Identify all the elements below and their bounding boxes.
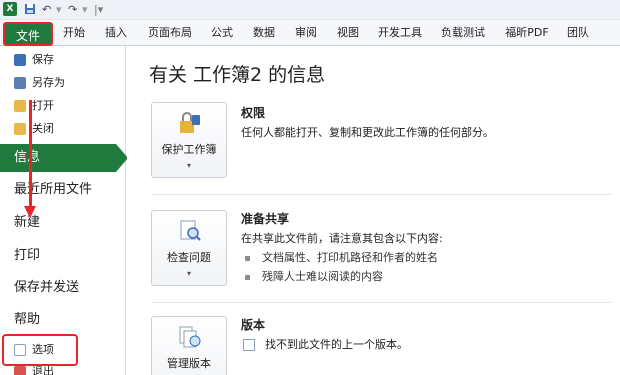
undo-icon[interactable]: ↶ bbox=[42, 3, 51, 17]
inspect-icon bbox=[178, 219, 202, 243]
versions-description: 找不到此文件的上一个版本。 bbox=[265, 338, 408, 351]
nav-item-info[interactable]: 信息 bbox=[0, 144, 128, 172]
nav-item-new[interactable]: 新建 bbox=[0, 209, 126, 237]
quick-access-toolbar: X ↶ ▾ ↷ ▾ |▾ bbox=[0, 0, 620, 20]
check-issues-button[interactable]: 检查问题 ▾ bbox=[151, 210, 227, 286]
list-item: 文档属性、打印机路径和作者的姓名 bbox=[245, 249, 438, 265]
nav-item-save-label: 保存 bbox=[32, 53, 54, 66]
options-highlight-box bbox=[2, 334, 78, 366]
save-icon bbox=[14, 54, 26, 66]
nav-item-recent[interactable]: 最近所用文件 bbox=[0, 176, 126, 204]
permissions-description: 任何人都能打开、复制和更改此工作簿的任何部分。 bbox=[241, 126, 494, 139]
undo-dropdown-icon[interactable]: ▾ bbox=[56, 3, 62, 17]
open-folder-icon bbox=[14, 100, 26, 112]
close-folder-icon bbox=[14, 123, 26, 135]
nav-item-print[interactable]: 打印 bbox=[0, 242, 126, 270]
tab-formulas[interactable]: 公式 bbox=[206, 20, 238, 46]
section-divider bbox=[151, 302, 611, 303]
nav-item-save-as[interactable]: 另存为 bbox=[14, 73, 65, 93]
info-panel: 有关 工作簿2 的信息 保护工作簿 ▾ 权限 任何人都能打开、复制和更改此工作簿… bbox=[127, 46, 620, 375]
manage-versions-label: 管理版本 bbox=[167, 357, 211, 370]
tab-developer[interactable]: 开发工具 bbox=[374, 20, 426, 46]
tab-home[interactable]: 开始 bbox=[58, 20, 90, 46]
section-divider bbox=[151, 194, 611, 195]
versions-description-row: 找不到此文件的上一个版本。 bbox=[243, 336, 408, 352]
list-item: 残障人士难以阅读的内容 bbox=[245, 268, 383, 284]
permissions-title: 权限 bbox=[241, 106, 266, 120]
ribbon-tab-bar: 文件 开始 插入 页面布局 公式 数据 审阅 视图 开发工具 负载测试 福昕PD… bbox=[0, 20, 620, 46]
customize-toolbar-icon[interactable]: |▾ bbox=[94, 3, 103, 17]
versions-icon bbox=[178, 325, 202, 349]
tab-load-test[interactable]: 负载测试 bbox=[436, 20, 490, 46]
backstage-nav: 保存 另存为 打开 关闭 信息 最近所用文件 新建 打印 保存并发送 帮助 选项… bbox=[0, 46, 128, 375]
versions-title: 版本 bbox=[241, 318, 266, 332]
save-as-icon bbox=[14, 77, 26, 89]
redo-dropdown-icon[interactable]: ▾ bbox=[82, 3, 88, 17]
tab-review[interactable]: 审阅 bbox=[290, 20, 322, 46]
nav-item-open[interactable]: 打开 bbox=[14, 96, 54, 116]
protect-workbook-label: 保护工作簿 bbox=[161, 143, 217, 156]
nav-item-save-as-label: 另存为 bbox=[32, 76, 65, 89]
nav-item-save-send[interactable]: 保存并发送 bbox=[0, 274, 126, 302]
tab-view[interactable]: 视图 bbox=[332, 20, 364, 46]
redo-icon[interactable]: ↷ bbox=[68, 3, 77, 17]
check-issues-label: 检查问题 bbox=[167, 251, 211, 264]
page-title: 有关 工作簿2 的信息 bbox=[149, 64, 326, 86]
chevron-down-icon: ▾ bbox=[186, 269, 191, 278]
chevron-down-icon: ▾ bbox=[186, 161, 191, 170]
save-icon[interactable] bbox=[24, 3, 36, 17]
tab-data[interactable]: 数据 bbox=[248, 20, 280, 46]
nav-item-close[interactable]: 关闭 bbox=[14, 119, 54, 139]
annotation-arrow-head-icon bbox=[24, 206, 36, 218]
excel-logo-icon: X bbox=[3, 2, 17, 16]
document-icon bbox=[243, 339, 255, 351]
tab-page-layout[interactable]: 页面布局 bbox=[142, 20, 198, 46]
bullet-square-icon bbox=[245, 274, 250, 280]
bullet-text: 文档属性、打印机路径和作者的姓名 bbox=[262, 251, 438, 264]
nav-item-save[interactable]: 保存 bbox=[14, 50, 54, 70]
bullet-text: 残障人士难以阅读的内容 bbox=[262, 270, 383, 283]
annotation-arrow-line bbox=[29, 100, 32, 210]
prepare-sharing-description: 在共享此文件前，请注意其包含以下内容: bbox=[241, 232, 443, 245]
tab-foxit-pdf[interactable]: 福昕PDF bbox=[500, 20, 554, 46]
nav-item-help[interactable]: 帮助 bbox=[0, 306, 126, 334]
tab-insert[interactable]: 插入 bbox=[100, 20, 132, 46]
manage-versions-button[interactable]: 管理版本 ▾ bbox=[151, 316, 227, 375]
bullet-square-icon bbox=[245, 255, 250, 261]
exit-icon bbox=[14, 366, 26, 375]
tab-file[interactable]: 文件 bbox=[3, 22, 53, 46]
nav-item-close-label: 关闭 bbox=[32, 122, 54, 135]
lock-icon bbox=[178, 111, 202, 135]
nav-item-open-label: 打开 bbox=[32, 99, 54, 112]
protect-workbook-button[interactable]: 保护工作簿 ▾ bbox=[151, 102, 227, 178]
prepare-sharing-title: 准备共享 bbox=[241, 212, 290, 226]
tab-team[interactable]: 团队 bbox=[562, 20, 594, 46]
